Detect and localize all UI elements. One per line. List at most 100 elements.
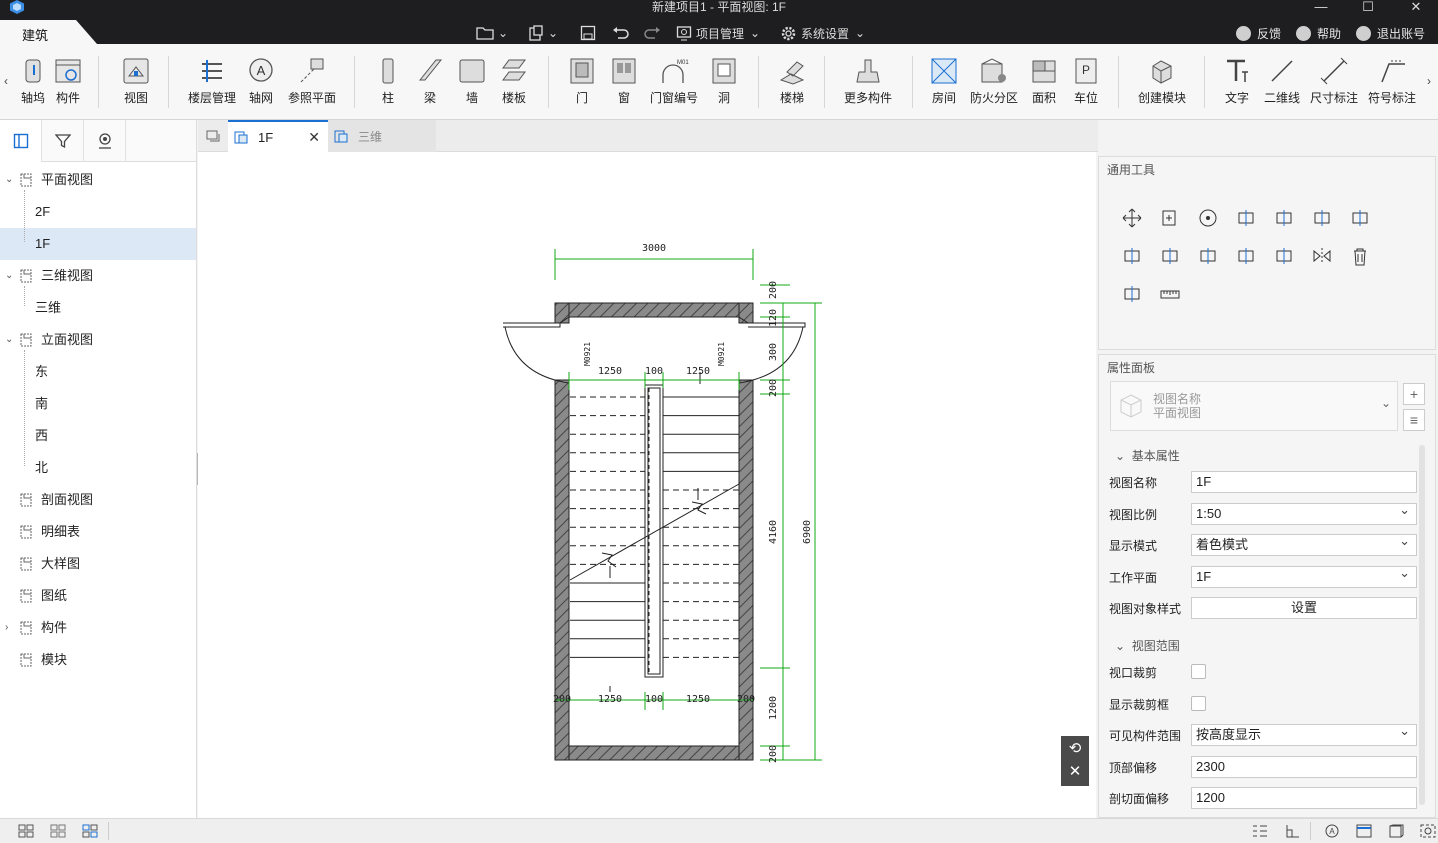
ribbon-button-area[interactable]: 面积 <box>1030 56 1058 106</box>
ribbon-button-text[interactable]: 文字 <box>1222 56 1252 106</box>
chevron-right-icon[interactable]: › <box>5 612 8 644</box>
chevron-down-icon[interactable]: ⌄ <box>5 324 13 356</box>
cascade-layout-icon[interactable] <box>82 824 98 838</box>
ribbon-button-axis[interactable]: A 轴网 <box>246 56 276 106</box>
type-selector[interactable]: 视图名称 平面视图 ⌄ <box>1110 381 1398 431</box>
ribbon-button-floor-management[interactable]: 楼层管理 <box>186 56 238 106</box>
drawing-canvas[interactable]: 3000 1250 100 1250 1250 100 1250 200 200… <box>198 152 1096 818</box>
mirror-icon[interactable] <box>1311 245 1333 267</box>
property-select[interactable]: 1:50 <box>1191 500 1417 525</box>
offset-icon[interactable] <box>1273 207 1295 229</box>
ribbon-button-fire-zone[interactable]: 防火分区 <box>968 56 1020 106</box>
ribbon-button-create-module[interactable]: 创建模块 <box>1136 56 1188 106</box>
break-icon[interactable] <box>1197 245 1219 267</box>
chevron-down-icon[interactable]: ⌄ <box>5 164 13 196</box>
tree-item[interactable]: 大样图 <box>0 548 196 580</box>
tree-item[interactable]: ⌄ 三维视图 <box>0 260 196 292</box>
ribbon-button-door-window-tag[interactable]: M01 门窗编号 <box>650 56 698 106</box>
merge-icon[interactable] <box>1349 207 1371 229</box>
ribbon-button-symbol[interactable]: 符号标注 <box>1366 56 1418 106</box>
ribbon-button-grid-dock[interactable]: 轴坞 <box>20 56 46 106</box>
grid-layout-icon[interactable] <box>18 824 34 838</box>
paste-button[interactable]: ⌄ <box>528 24 558 42</box>
scrollbar[interactable] <box>1419 445 1425 805</box>
zoom-fit-icon[interactable] <box>1420 824 1436 838</box>
add-type-button[interactable]: + <box>1403 383 1425 405</box>
rotate-view-icon[interactable]: ⟲ <box>1061 736 1089 761</box>
split-icon[interactable] <box>1311 207 1333 229</box>
tab-1f[interactable]: 1F ✕ <box>228 120 328 152</box>
tree-item[interactable]: › 构件 <box>0 612 196 644</box>
section-basic-properties[interactable]: ⌄ 基本属性 <box>1115 447 1180 464</box>
ribbon-button-slab[interactable]: 楼板 <box>498 56 530 106</box>
properties-icon[interactable] <box>1252 824 1268 838</box>
logout-link[interactable]: 退出账号 <box>1356 24 1425 42</box>
maximize-button[interactable]: ☐ <box>1357 0 1379 14</box>
minimize-button[interactable]: — <box>1310 0 1332 14</box>
ribbon-button-parking[interactable]: P 车位 <box>1072 56 1100 106</box>
feedback-link[interactable]: 反馈 <box>1236 24 1281 42</box>
ribbon-button-wall[interactable]: 墙 <box>457 56 487 106</box>
trim-icon[interactable] <box>1159 245 1181 267</box>
tree-item[interactable]: ⌄ 平面视图 <box>0 164 196 196</box>
ribbon-button-reference-plane[interactable]: 参照平面 <box>286 56 338 106</box>
tree-item[interactable]: 西 <box>0 420 196 452</box>
ribbon-button-component[interactable]: 构件 <box>52 56 84 106</box>
tab-filter[interactable] <box>42 120 84 162</box>
tree-item[interactable]: 模块 <box>0 644 196 676</box>
ribbon-button-stair[interactable]: 楼梯 <box>776 56 808 106</box>
box-view-icon[interactable] <box>1388 824 1404 838</box>
property-checkbox[interactable] <box>1191 664 1206 679</box>
move-icon[interactable] <box>1121 207 1143 229</box>
tab-3d[interactable]: 三维 <box>328 120 436 152</box>
section-view-range[interactable]: ⌄ 视图范围 <box>1115 637 1180 654</box>
tree-item[interactable]: 南 <box>0 388 196 420</box>
tree-item[interactable]: 剖面视图 <box>0 484 196 516</box>
ribbon-button-opening[interactable]: 洞 <box>710 56 738 106</box>
property-select[interactable]: 着色模式 <box>1191 531 1417 556</box>
close-view-control-icon[interactable]: ✕ <box>1061 761 1089 786</box>
property-select[interactable]: 1F <box>1191 563 1417 588</box>
property-select[interactable]: 按高度显示 <box>1191 721 1417 746</box>
array-icon[interactable] <box>1235 245 1257 267</box>
property-input[interactable]: 1F <box>1191 471 1417 493</box>
ribbon-button-2d-line[interactable]: 二维线 <box>1262 56 1302 106</box>
distribute-icon[interactable] <box>1273 245 1295 267</box>
delete-icon[interactable] <box>1349 245 1371 267</box>
close-button[interactable]: ✕ <box>1405 0 1427 14</box>
save-button[interactable] <box>580 24 600 42</box>
ribbon-scroll-right-icon[interactable]: › <box>1427 74 1431 88</box>
help-link[interactable]: 帮助 <box>1296 24 1341 42</box>
ribbon-button-beam[interactable]: 梁 <box>416 56 444 106</box>
rotate-icon[interactable] <box>1197 207 1219 229</box>
property-button[interactable]: 设置 <box>1191 597 1417 619</box>
tree-item[interactable]: 东 <box>0 356 196 388</box>
ribbon-button-door[interactable]: 门 <box>568 56 596 106</box>
ribbon-button-room[interactable]: 房间 <box>929 56 959 106</box>
tab-nodes[interactable] <box>84 120 126 162</box>
ribbon-tab-architecture[interactable]: 建筑 <box>0 20 97 44</box>
tree-item[interactable]: 2F <box>0 196 196 228</box>
tree-item[interactable]: 明细表 <box>0 516 196 548</box>
axis-snap-icon[interactable]: A <box>1324 824 1340 838</box>
property-input[interactable]: 1200 <box>1191 787 1417 809</box>
extend-icon[interactable] <box>1121 245 1143 267</box>
window-view-icon[interactable] <box>1356 824 1372 838</box>
ribbon-scroll-left-icon[interactable]: ‹ <box>4 74 8 88</box>
align-icon[interactable] <box>1235 207 1257 229</box>
property-input[interactable]: 2300 <box>1191 755 1417 778</box>
tree-item[interactable]: ⌄ 立面视图 <box>0 324 196 356</box>
ribbon-button-dimension[interactable]: 尺寸标注 <box>1308 56 1360 106</box>
tree-item[interactable]: 1F <box>0 228 196 260</box>
redo-button[interactable] <box>643 24 665 42</box>
tree-item[interactable]: 三维 <box>0 292 196 324</box>
ucs-icon[interactable] <box>1284 824 1300 838</box>
ribbon-button-view[interactable]: 视图 <box>118 56 154 106</box>
measure-icon[interactable] <box>1159 283 1181 305</box>
stretch-icon[interactable] <box>1121 283 1143 305</box>
system-settings-menu[interactable]: 系统设置 ⌄ <box>780 24 865 42</box>
project-management-menu[interactable]: 项目管理 ⌄ <box>676 24 760 42</box>
tab-list-icon[interactable] <box>206 120 224 152</box>
type-menu-button[interactable]: ≡ <box>1403 409 1425 431</box>
ribbon-button-more-components[interactable]: 更多构件 <box>842 56 894 106</box>
